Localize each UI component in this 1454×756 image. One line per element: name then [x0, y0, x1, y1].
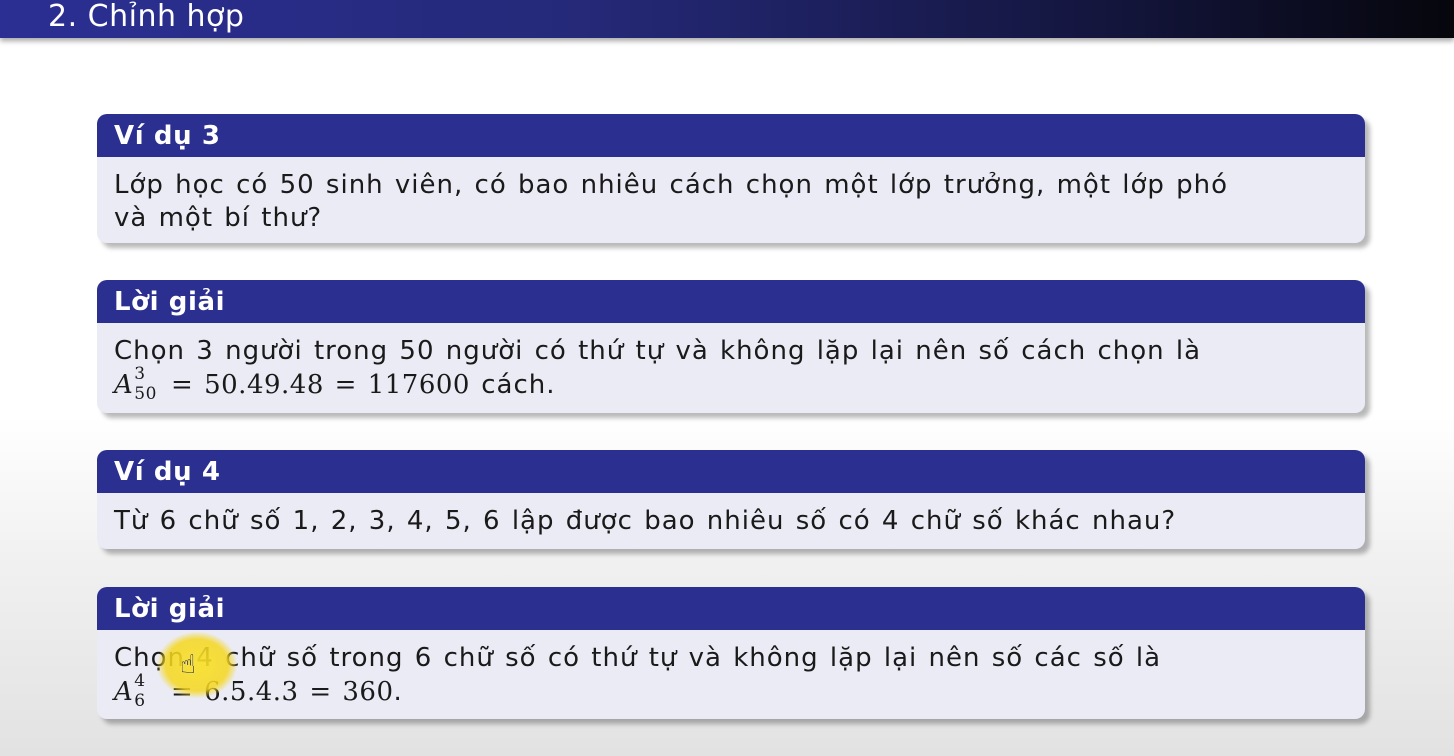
solution-3-expression: = 50.49.48 = 117600 — [160, 370, 470, 400]
solution-4-math: A46 = 6.5.4.3 = 360 — [114, 673, 394, 711]
solution-4-block: Lời giải Chọn 4 chữ số trong 6 chữ số có… — [97, 587, 1365, 719]
solution-3-heading: Lời giải — [97, 280, 1365, 323]
example-4-heading: Ví dụ 4 — [97, 450, 1365, 493]
example-3-body: Lớp học có 50 sinh viên, có bao nhiêu cá… — [97, 157, 1365, 235]
solution-4-expression: = 6.5.4.3 = 360 — [160, 677, 394, 707]
solution-3-math: A 3 50 = 50.49.48 = 117600 — [114, 366, 470, 404]
slide-title: 2. Chỉnh hợp — [48, 0, 245, 34]
solution-3-body: Chọn 3 người trong 50 người có thứ tự và… — [97, 323, 1365, 404]
arrangement-n: 50 — [134, 384, 157, 404]
arrangement-symbol: A — [114, 370, 134, 400]
example-4-body: Từ 6 chữ số 1, 2, 3, 4, 5, 6 lập được ba… — [97, 493, 1365, 538]
solution-4-formula: A46 = 6.5.4.3 = 360. — [114, 673, 1348, 711]
example-4-line-1: Từ 6 chữ số 1, 2, 3, 4, 5, 6 lập được ba… — [114, 506, 1177, 536]
example-4-block: Ví dụ 4 Từ 6 chữ số 1, 2, 3, 4, 5, 6 lập… — [97, 450, 1365, 549]
solution-3-suffix: cách. — [469, 370, 556, 400]
solution-4-suffix: . — [393, 677, 403, 707]
solution-4-heading: Lời giải — [97, 587, 1365, 630]
arrangement-symbol: A — [114, 677, 134, 707]
example-3-block: Ví dụ 3 Lớp học có 50 sinh viên, có bao … — [97, 114, 1365, 243]
arrangement-k: 4 — [134, 671, 146, 691]
solution-4-body: Chọn 4 chữ số trong 6 chữ số có thứ tự v… — [97, 630, 1365, 711]
arrangement-n: 6 — [134, 691, 146, 711]
example-3-line-1: Lớp học có 50 sinh viên, có bao nhiêu cá… — [114, 170, 1229, 200]
arrangement-k: 3 — [134, 364, 146, 384]
solution-3-block: Lời giải Chọn 3 người trong 50 người có … — [97, 280, 1365, 413]
solution-3-line-1: Chọn 3 người trong 50 người có thứ tự và… — [114, 336, 1202, 366]
slide-title-bar: 2. Chỉnh hợp — [0, 0, 1454, 38]
hand-pointer-icon: ☝ — [180, 650, 196, 680]
solution-3-formula: A 3 50 = 50.49.48 = 117600 cách. — [114, 366, 1348, 404]
example-3-heading: Ví dụ 3 — [97, 114, 1365, 157]
solution-4-line-1: Chọn 4 chữ số trong 6 chữ số có thứ tự v… — [114, 643, 1162, 673]
example-3-line-2: và một bí thư? — [114, 203, 323, 233]
